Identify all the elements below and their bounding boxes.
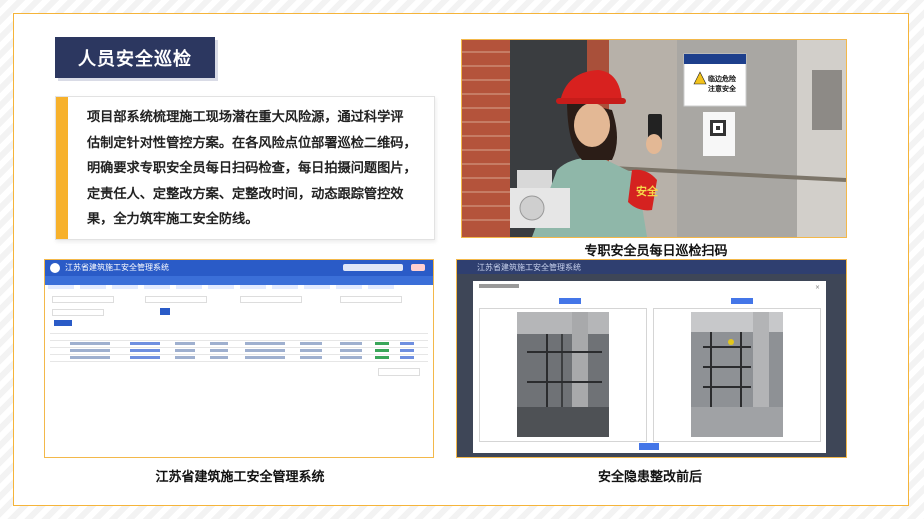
tab-after[interactable] (731, 298, 753, 304)
page-title: 人员安全巡检 (55, 37, 215, 78)
description-line: 项目部系统梳理施工现场潜在重大风险源，通过科学评 (87, 110, 404, 125)
rectify-modal: × (473, 281, 826, 453)
sign-line-2: 注意安全 (708, 84, 737, 93)
rectify-caption: 安全隐患整改前后 (597, 470, 702, 485)
table-cell (210, 349, 228, 352)
description-line: 估制定针对性管控方案。在各风险点位部署巡检二维码， (87, 135, 417, 151)
table-status (375, 342, 389, 345)
table-cell (340, 342, 362, 345)
system-screenshot: 江苏省建筑施工安全管理系统 (44, 259, 434, 458)
description-card: 项目部系统梳理施工现场潜在重大风险源，通过科学评 估制定针对性管控方案。在各风险… (55, 96, 435, 240)
table-row-divider (50, 361, 428, 362)
table-cell (340, 349, 362, 352)
inspection-photo: 临边危险 注意安全 安全 (461, 39, 847, 238)
table-action-link[interactable] (400, 342, 414, 345)
table-row-divider (50, 347, 428, 348)
modal-title (479, 284, 519, 288)
table-link[interactable] (130, 342, 160, 345)
system-nav-bar[interactable] (45, 276, 433, 289)
system-table-area (50, 290, 428, 452)
confirm-button[interactable] (639, 443, 659, 450)
table-header-divider (50, 333, 428, 334)
description-text: 项目部系统梳理施工现场潜在重大风险源，通过科学评 估制定针对性管控方案。在各风险… (87, 105, 427, 233)
add-button[interactable] (54, 320, 72, 326)
description-line: 明确要求专职安全员每日扫码检查，每日拍摄问题图片， (87, 161, 417, 176)
table-cell (175, 356, 195, 359)
table-link[interactable] (130, 356, 160, 359)
table-cell (245, 349, 285, 352)
table-cell (175, 349, 195, 352)
sign-line-1: 临边危险 (708, 74, 737, 83)
pagination[interactable] (378, 368, 420, 376)
armband-text: 安全 (636, 184, 659, 198)
rectify-screenshot: 江苏省建筑施工安全管理系统 × (456, 259, 847, 458)
photo-caption: 专职安全员每日巡检扫码 (584, 244, 728, 259)
rectify-header: 江苏省建筑施工安全管理系统 (457, 260, 846, 274)
table-action-link[interactable] (400, 356, 414, 359)
table-cell (210, 356, 228, 359)
table-cell (245, 342, 285, 345)
rectify-app-title: 江苏省建筑施工安全管理系统 (477, 263, 581, 272)
filter-input[interactable] (52, 309, 104, 316)
table-cell (340, 356, 362, 359)
after-photo (691, 312, 783, 437)
description-line: 果，全力筑牢施工安全防线。 (87, 212, 259, 227)
table-cell (300, 356, 322, 359)
table-cell (70, 356, 110, 359)
before-photo (517, 312, 609, 437)
filter-input[interactable] (240, 296, 302, 303)
table-cell (175, 342, 195, 345)
after-image-pane (653, 308, 821, 442)
table-status (375, 356, 389, 359)
system-user-avatar[interactable] (411, 264, 425, 271)
table-status (375, 349, 389, 352)
table-cell (70, 349, 110, 352)
system-header: 江苏省建筑施工安全管理系统 (45, 260, 433, 276)
table-action-link[interactable] (400, 349, 414, 352)
system-caption: 江苏省建筑施工安全管理系统 (155, 470, 325, 485)
table-cell (245, 356, 285, 359)
system-search-input[interactable] (343, 264, 403, 271)
table-cell (210, 342, 228, 345)
system-app-title: 江苏省建筑施工安全管理系统 (65, 263, 169, 272)
table-link[interactable] (130, 349, 160, 352)
table-cell (300, 349, 322, 352)
before-image-pane (479, 308, 647, 442)
table-cell (300, 342, 322, 345)
filter-input[interactable] (340, 296, 402, 303)
system-logo-icon (50, 263, 60, 273)
close-icon[interactable]: × (815, 284, 820, 291)
search-button[interactable] (160, 308, 170, 315)
filter-select[interactable] (52, 296, 114, 303)
table-cell (70, 342, 110, 345)
tab-before[interactable] (559, 298, 581, 304)
table-row-divider (50, 340, 428, 341)
filter-input[interactable] (145, 296, 207, 303)
description-line: 定责任人、定整改方案、定整改时间，动态跟踪管控效 (87, 186, 404, 202)
accent-bar (56, 97, 68, 239)
table-row-divider (50, 354, 428, 355)
